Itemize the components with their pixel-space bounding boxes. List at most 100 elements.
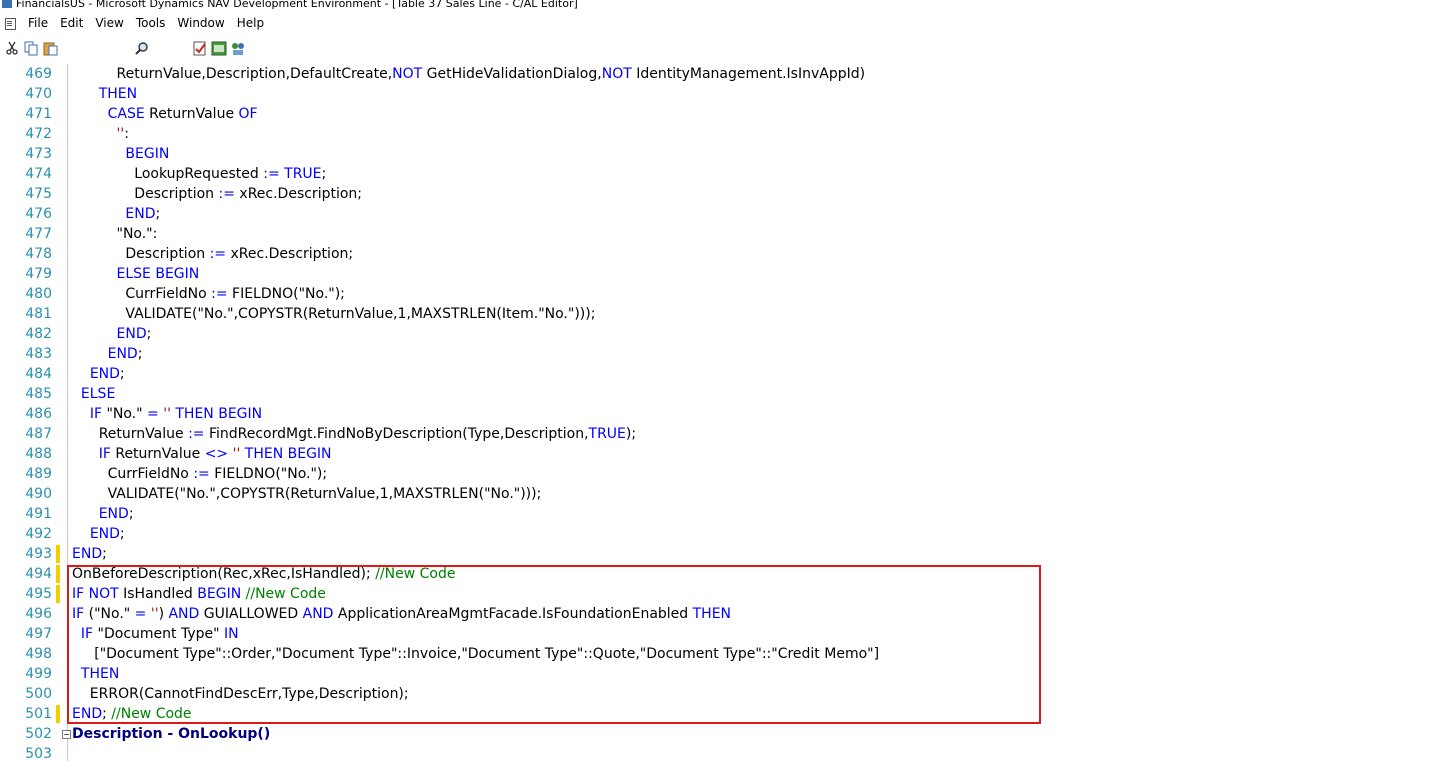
menu-tools[interactable]: Tools [130, 16, 172, 30]
code-line[interactable]: 496 IF ("No." = '') AND GUIALLOWED AND Ap… [0, 604, 1436, 624]
code-line[interactable]: 502 − Description - OnLookup() [0, 724, 1436, 744]
line-number: 475 [25, 186, 52, 202]
line-number: 472 [25, 126, 52, 142]
code-token: ; [119, 366, 125, 382]
keyword-token: IF [72, 606, 85, 622]
keyword-token: TRUE [284, 166, 322, 182]
code-line[interactable]: 488 IF ReturnValue <> '' THEN BEGIN [0, 444, 1436, 464]
keyword-token: := [209, 246, 227, 262]
debug-icon[interactable] [230, 40, 246, 56]
code-line[interactable]: 494 OnBeforeDescription(Rec,xRec,IsHandle… [0, 564, 1436, 584]
paste-icon[interactable] [42, 40, 58, 56]
code-line[interactable]: 472 '': [0, 124, 1436, 144]
code-token: ("No." [84, 606, 135, 622]
code-line[interactable]: 490 VALIDATE("No.",COPYSTR(ReturnValue,1… [0, 484, 1436, 504]
line-number: 500 [25, 686, 52, 702]
code-text: VALIDATE("No.",COPYSTR(ReturnValue,1,MAX… [72, 304, 595, 324]
code-token: "No.": [72, 226, 158, 242]
find-icon[interactable] [133, 40, 149, 56]
line-number: 495 [25, 586, 52, 602]
document-menu-icon[interactable] [4, 17, 16, 30]
collapse-icon[interactable]: − [62, 730, 71, 739]
code-line[interactable]: 497 IF "Document Type" IN [0, 624, 1436, 644]
code-line[interactable]: 498 ["Document Type"::Order,"Document Ty… [0, 644, 1436, 664]
code-text: ELSE [72, 384, 115, 404]
code-token: ; [119, 526, 125, 542]
code-line[interactable]: 483 END; [0, 344, 1436, 364]
keyword-token: BEGIN [197, 586, 242, 602]
code-line[interactable]: 481 VALIDATE("No.",COPYSTR(ReturnValue,1… [0, 304, 1436, 324]
code-line[interactable]: 487 ReturnValue := FindRecordMgt.FindNoB… [0, 424, 1436, 444]
comment-token: //New Code [245, 586, 326, 602]
code-token: FIELDNO("No."); [227, 286, 345, 302]
comment-token: //New Code [375, 566, 456, 582]
line-number: 476 [25, 206, 52, 222]
code-token: ; [128, 506, 134, 522]
code-line[interactable]: 485 ELSE [0, 384, 1436, 404]
code-line[interactable]: 492 END; [0, 524, 1436, 544]
keyword-token: AND [302, 606, 334, 622]
code-line[interactable]: 478 Description := xRec.Description; [0, 244, 1436, 264]
code-editor[interactable]: 469 ReturnValue,Description,DefaultCreat… [0, 64, 1436, 761]
keyword-token: <> [204, 446, 229, 462]
code-line[interactable]: 499 THEN [0, 664, 1436, 684]
menu-edit[interactable]: Edit [54, 16, 89, 30]
keyword-token: END [116, 326, 147, 342]
copy-icon[interactable] [23, 40, 39, 56]
code-text: Description := xRec.Description; [72, 244, 353, 264]
code-line[interactable]: 477 "No.": [0, 224, 1436, 244]
code-line[interactable]: 480 CurrFieldNo := FIELDNO("No."); [0, 284, 1436, 304]
code-line[interactable]: 501 END; //New Code [0, 704, 1436, 724]
keyword-token: IN [224, 626, 239, 642]
line-number: 491 [25, 506, 52, 522]
menu-view[interactable]: View [89, 16, 129, 30]
code-line[interactable]: 491 END; [0, 504, 1436, 524]
code-text: END; [72, 504, 134, 524]
code-token: ApplicationAreaMgmtFacade.IsFoundationEn… [333, 606, 693, 622]
code-line[interactable]: 495 IF NOT IsHandled BEGIN //New Code [0, 584, 1436, 604]
code-line[interactable]: 479 ELSE BEGIN [0, 264, 1436, 284]
menu-file[interactable]: File [22, 16, 54, 30]
menu-help[interactable]: Help [231, 16, 270, 30]
line-number: 473 [25, 146, 52, 162]
compile-icon[interactable] [192, 40, 208, 56]
code-line[interactable]: 484 END; [0, 364, 1436, 384]
code-token: OnBeforeDescription(Rec,xRec,IsHandled); [72, 566, 376, 582]
change-marker [56, 565, 60, 583]
cut-icon[interactable] [4, 40, 20, 56]
run-icon[interactable] [211, 40, 227, 56]
code-line[interactable]: 476 END; [0, 204, 1436, 224]
code-line[interactable]: 482 END; [0, 324, 1436, 344]
line-number: 488 [25, 446, 52, 462]
code-token: xRec.Description; [226, 246, 354, 262]
code-line[interactable]: 473 BEGIN [0, 144, 1436, 164]
code-line[interactable]: 470 THEN [0, 84, 1436, 104]
code-line[interactable]: 489 CurrFieldNo := FIELDNO("No."); [0, 464, 1436, 484]
code-token: GetHideValidationDialog, [422, 66, 602, 82]
code-text: '': [72, 124, 129, 144]
code-text: CurrFieldNo := FIELDNO("No."); [72, 284, 345, 304]
code-line[interactable]: 469 ReturnValue,Description,DefaultCreat… [0, 64, 1436, 84]
code-line[interactable]: 500 ERROR(CannotFindDescErr,Type,Descrip… [0, 684, 1436, 704]
code-line[interactable]: 471 CASE ReturnValue OF [0, 104, 1436, 124]
code-line[interactable]: 475 Description := xRec.Description; [0, 184, 1436, 204]
code-text: Description - OnLookup() [72, 724, 270, 744]
code-token: ; [137, 346, 143, 362]
code-line[interactable]: 503 [0, 744, 1436, 761]
menu-bar: File Edit View Tools Window Help [0, 13, 1436, 33]
keyword-token: OF [238, 106, 258, 122]
code-line[interactable]: 474 LookupRequested := TRUE; [0, 164, 1436, 184]
menu-window[interactable]: Window [171, 16, 230, 30]
keyword-token: ELSE BEGIN [116, 266, 200, 282]
code-line[interactable]: 486 IF "No." = '' THEN BEGIN [0, 404, 1436, 424]
change-marker [56, 705, 60, 723]
code-token: ; [146, 326, 152, 342]
line-number: 490 [25, 486, 52, 502]
code-token: CurrFieldNo [72, 466, 194, 482]
code-line[interactable]: 493 END; [0, 544, 1436, 564]
